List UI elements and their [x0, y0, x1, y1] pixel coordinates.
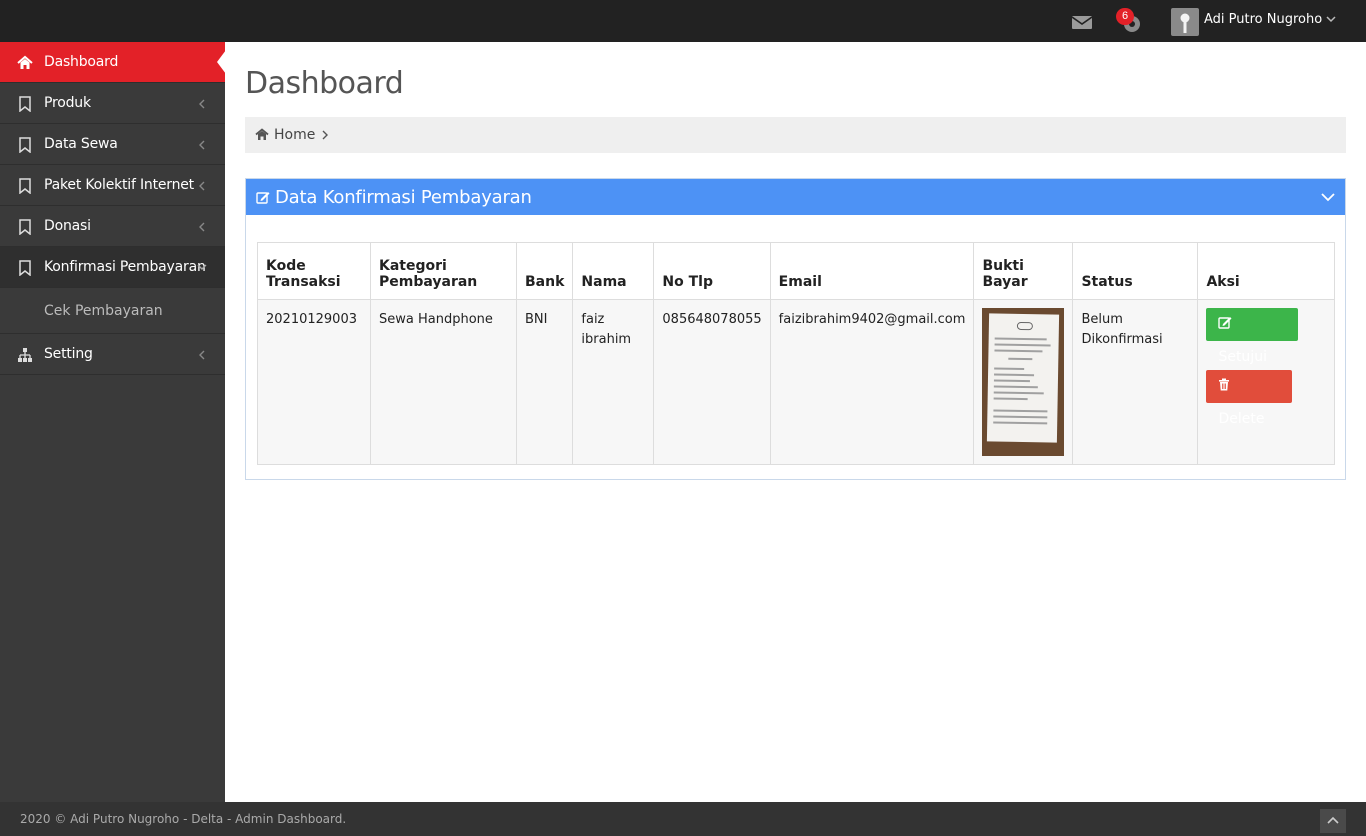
receipt-text-line — [993, 421, 1048, 425]
receipt-logo-shape — [1017, 321, 1034, 331]
cell-no-tlp: 085648078055 — [653, 299, 771, 465]
bookmark-icon — [19, 137, 31, 153]
collapse-chevron-icon[interactable] — [1320, 191, 1336, 203]
footer: 2020 © Adi Putro Nugroho - Delta - Admin… — [0, 802, 1366, 836]
receipt-text-line — [994, 385, 1039, 389]
receipt-text-line — [995, 343, 1052, 347]
chevron-left-icon — [199, 99, 205, 109]
breadcrumb: Home — [245, 117, 1346, 153]
receipt-text-line — [994, 379, 1031, 383]
sidebar-item-donasi[interactable]: Donasi — [0, 206, 225, 247]
sidebar-item-konfirmasi-pembayaran[interactable]: Konfirmasi Pembayaran — [0, 247, 225, 288]
edit-icon — [1218, 317, 1232, 329]
receipt-text-line — [1008, 357, 1033, 361]
receipt-text-line — [994, 391, 1045, 395]
sidebar-item-paket-kolektif-internet[interactable]: Paket Kolektif Internet — [0, 165, 225, 206]
column-header: Kode Transaksi — [257, 242, 371, 300]
sidebar-item-label: Konfirmasi Pembayaran — [44, 259, 206, 275]
bookmark-icon — [19, 219, 31, 235]
top-navbar: 6 Adi Putro Nugroho — [0, 0, 1366, 42]
cell-bukti-bayar — [973, 299, 1074, 465]
chevron-left-icon — [199, 222, 205, 232]
cell-email: faizibrahim9402@gmail.com — [769, 299, 975, 465]
sidebar-item-label: Setting — [44, 346, 93, 362]
sitemap-icon — [18, 348, 32, 362]
user-silhouette-icon — [1180, 13, 1190, 33]
column-header: Kategori Pembayaran — [370, 242, 517, 300]
chevron-down-icon[interactable] — [1325, 13, 1337, 25]
receipt-text-line — [993, 409, 1048, 413]
receipt-text-line — [994, 367, 1025, 371]
sidebar: Dashboard Produk Data Sewa Paket Kolekti… — [0, 42, 226, 802]
bookmark-icon — [19, 178, 31, 194]
home-icon — [17, 55, 33, 69]
chevron-left-icon — [199, 140, 205, 150]
receipt-paper — [987, 313, 1060, 443]
bookmark-icon — [19, 96, 31, 112]
cell-nama: faiz ibrahim — [572, 299, 655, 465]
cell-kategori: Sewa Handphone — [370, 299, 517, 465]
user-name[interactable]: Adi Putro Nugroho — [1204, 12, 1322, 27]
table-row: 20210129003 Sewa Handphone BNI faiz ibra… — [257, 299, 1335, 465]
column-header: Bukti Bayar — [973, 242, 1074, 300]
chevron-left-icon — [199, 350, 205, 360]
delete-button[interactable]: Delete — [1206, 370, 1293, 427]
payment-proof-image[interactable] — [982, 308, 1065, 456]
chevron-right-icon — [322, 130, 328, 140]
table-header-row: Kode Transaksi Kategori Pembayaran Bank … — [257, 242, 1335, 300]
home-icon — [255, 128, 269, 140]
cell-status: Belum Dikonfirmasi — [1072, 299, 1199, 465]
sidebar-item-label: Paket Kolektif Internet — [44, 177, 194, 193]
receipt-text-line — [995, 337, 1048, 341]
page-title: Dashboard — [245, 66, 404, 101]
trash-icon — [1219, 378, 1230, 391]
column-header: No Tlp — [653, 242, 771, 300]
sidebar-subitem-cek-pembayaran[interactable]: Cek Pembayaran — [0, 288, 225, 334]
scroll-to-top-button[interactable] — [1320, 809, 1346, 833]
sidebar-subitem-label: Cek Pembayaran — [44, 303, 163, 319]
edit-icon — [256, 192, 270, 204]
cell-bank: BNI — [515, 299, 574, 465]
payment-table: Kode Transaksi Kategori Pembayaran Bank … — [257, 242, 1335, 465]
bookmark-icon — [19, 260, 31, 276]
cell-kode-transaksi: 20210129003 — [257, 299, 371, 465]
column-header: Status — [1072, 242, 1199, 300]
column-header: Nama — [572, 242, 655, 300]
column-header: Bank — [515, 242, 574, 300]
panel-header: Data Konfirmasi Pembayaran — [246, 179, 1345, 215]
sidebar-item-label: Produk — [44, 95, 91, 111]
footer-text: 2020 © Adi Putro Nugroho - Delta - Admin… — [20, 812, 347, 826]
chevron-left-icon — [199, 181, 205, 191]
sidebar-item-label: Data Sewa — [44, 136, 118, 152]
chevron-down-icon — [197, 264, 207, 270]
payment-confirmation-panel: Data Konfirmasi Pembayaran Kode Transaks… — [245, 178, 1346, 480]
panel-title: Data Konfirmasi Pembayaran — [275, 187, 532, 208]
sidebar-item-dashboard[interactable]: Dashboard — [0, 42, 226, 83]
receipt-text-line — [994, 349, 1043, 353]
sidebar-item-label: Dashboard — [44, 54, 119, 70]
cell-aksi: Setujui Delete — [1197, 299, 1335, 465]
column-header: Email — [769, 242, 975, 300]
column-header: Aksi — [1197, 242, 1335, 300]
sidebar-item-label: Donasi — [44, 218, 91, 234]
receipt-text-line — [994, 397, 1029, 401]
delete-button-label: Delete — [1218, 411, 1265, 427]
receipt-text-line — [993, 415, 1048, 419]
approve-button-label: Setujui — [1218, 349, 1267, 365]
sidebar-item-produk[interactable]: Produk — [0, 83, 225, 124]
sidebar-item-data-sewa[interactable]: Data Sewa — [0, 124, 225, 165]
avatar[interactable] — [1171, 8, 1199, 36]
receipt-text-line — [994, 373, 1035, 377]
notification-badge: 6 — [1116, 8, 1134, 25]
chevron-up-icon — [1327, 816, 1339, 824]
breadcrumb-home-link[interactable]: Home — [274, 127, 315, 143]
approve-button[interactable]: Setujui — [1206, 308, 1299, 365]
mail-icon[interactable] — [1072, 14, 1092, 30]
sidebar-item-setting[interactable]: Setting — [0, 334, 225, 375]
